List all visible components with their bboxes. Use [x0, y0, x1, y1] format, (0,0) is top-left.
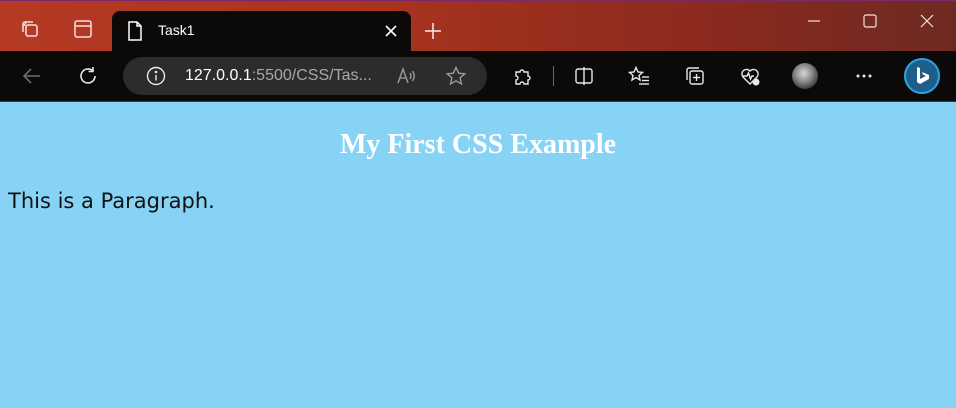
page-icon: [126, 20, 144, 42]
collections-icon[interactable]: [684, 65, 706, 87]
page-heading: My First CSS Example: [339, 129, 617, 160]
toolbar-divider: [553, 66, 554, 86]
avatar[interactable]: [792, 63, 818, 89]
close-icon[interactable]: [381, 21, 401, 41]
tab-title: Task1: [158, 22, 195, 38]
navigation-toolbar: 127.0.0.1:5500/CSS/Tas...: [0, 51, 956, 102]
puzzle-icon[interactable]: [512, 65, 534, 87]
refresh-icon[interactable]: [77, 65, 99, 87]
maximize-icon[interactable]: [861, 12, 879, 30]
close-window-icon[interactable]: [918, 12, 936, 30]
url-text[interactable]: 127.0.0.1:5500/CSS/Tas...: [185, 67, 372, 85]
workspaces-icon[interactable]: [19, 18, 41, 40]
page-paragraph: This is a Paragraph.: [8, 189, 215, 213]
more-icon[interactable]: [853, 65, 875, 87]
read-aloud-icon[interactable]: [395, 65, 417, 87]
bing-icon[interactable]: [904, 58, 940, 94]
split-screen-icon[interactable]: [573, 65, 595, 87]
heart-pulse-icon[interactable]: [739, 65, 761, 87]
back-arrow-icon[interactable]: [21, 65, 43, 87]
address-bar[interactable]: 127.0.0.1:5500/CSS/Tas...: [123, 57, 487, 95]
title-bar: Task1: [0, 0, 956, 51]
tab-actions-icon[interactable]: [72, 18, 94, 40]
page-content: My First CSS Example This is a Paragraph…: [0, 102, 956, 408]
active-tab[interactable]: Task1: [112, 11, 411, 51]
url-path: :5500/CSS/Tas...: [251, 67, 372, 84]
minimize-icon[interactable]: [805, 12, 823, 30]
window-border: [0, 0, 956, 1]
star-icon[interactable]: [445, 65, 467, 87]
favorites-list-icon[interactable]: [627, 65, 650, 87]
info-icon[interactable]: [145, 65, 167, 87]
plus-icon[interactable]: [422, 20, 444, 42]
url-host: 127.0.0.1: [185, 67, 252, 84]
